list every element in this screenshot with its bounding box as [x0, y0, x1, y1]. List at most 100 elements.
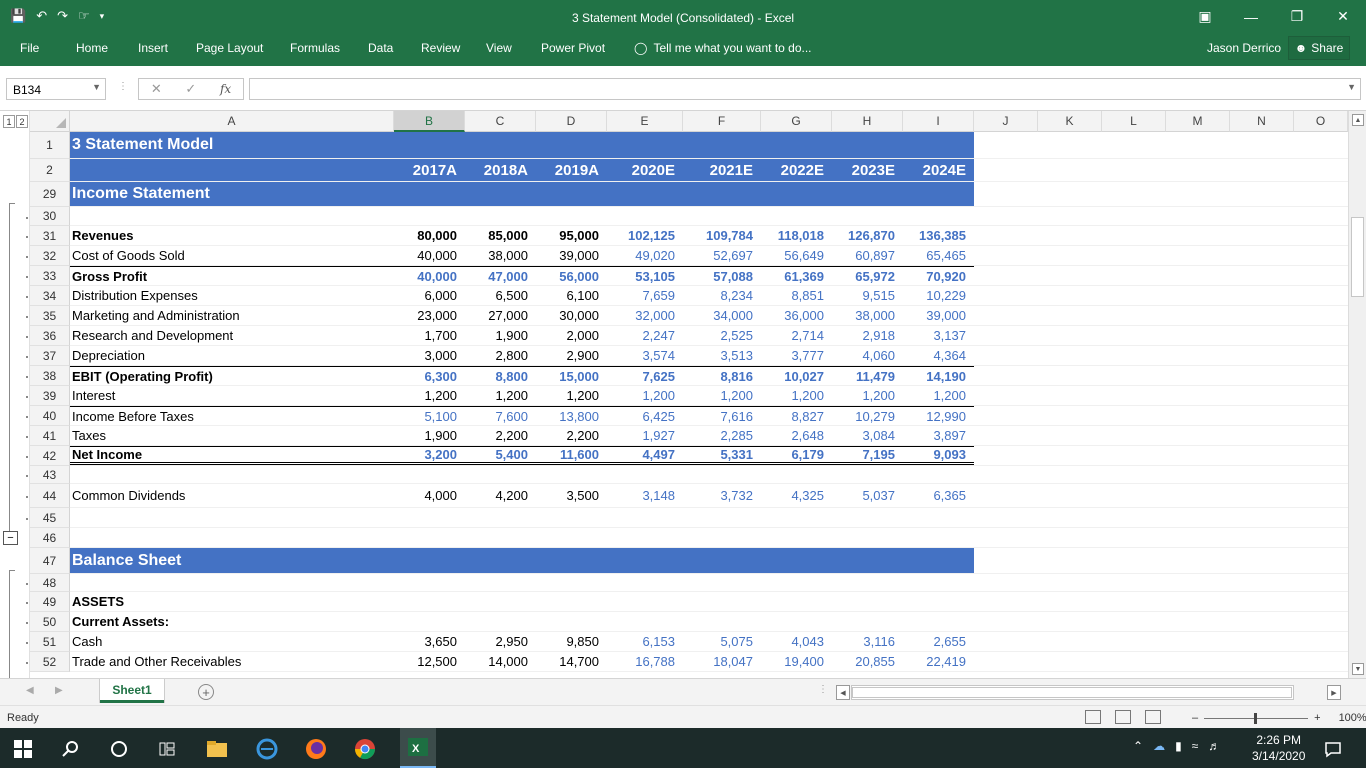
year-header[interactable]: 2024E [903, 159, 974, 181]
onedrive-icon[interactable]: ☁ [1153, 739, 1165, 753]
section-title[interactable]: Balance Sheet [70, 548, 394, 573]
data-cell[interactable]: 1,900 [394, 426, 465, 445]
data-cell[interactable]: 2,950 [465, 632, 536, 651]
expand-formula-bar-icon[interactable]: ▼ [1347, 82, 1356, 92]
data-cell[interactable]: 3,148 [607, 484, 683, 507]
data-cell[interactable]: 6,300 [394, 366, 465, 385]
year-header[interactable]: 2019A [536, 159, 607, 181]
row-label[interactable]: Depreciation [70, 346, 394, 365]
data-cell[interactable]: 39,000 [903, 306, 974, 325]
row-header-1[interactable]: 1 [30, 132, 70, 159]
data-cell[interactable]: 19,400 [761, 652, 832, 671]
row-label[interactable] [70, 528, 394, 547]
cancel-icon[interactable]: ✕ [151, 81, 162, 97]
row-label[interactable]: Net Income [70, 446, 394, 465]
data-cell[interactable]: 70,920 [903, 266, 974, 285]
zoom-slider[interactable] [1204, 712, 1309, 724]
data-cell[interactable]: 39,000 [536, 246, 607, 265]
column-header-d[interactable]: D [536, 111, 607, 132]
data-cell[interactable]: 9,515 [832, 286, 903, 305]
data-cell[interactable]: 1,927 [607, 426, 683, 445]
show-hidden-icons-icon[interactable]: ⌃ [1133, 739, 1143, 753]
data-cell[interactable]: 4,364 [903, 346, 974, 365]
data-cell[interactable]: 53,105 [607, 266, 683, 285]
data-cell[interactable]: 2,200 [536, 426, 607, 445]
tab-data[interactable]: Data [368, 41, 393, 55]
data-cell[interactable]: 3,777 [761, 346, 832, 365]
data-cell[interactable]: 65,465 [903, 246, 974, 265]
data-cell[interactable]: 2,655 [903, 632, 974, 651]
data-cell[interactable]: 15,000 [536, 366, 607, 385]
data-cell[interactable]: 56,000 [536, 266, 607, 285]
data-cell[interactable]: 3,513 [683, 346, 761, 365]
minimize-icon[interactable]: — [1228, 0, 1274, 33]
data-cell[interactable]: 30,000 [536, 306, 607, 325]
row-header-41[interactable]: 41 [30, 426, 70, 446]
row-header-34[interactable]: 34 [30, 286, 70, 306]
row-header-40[interactable]: 40 [30, 406, 70, 426]
data-cell[interactable]: 3,000 [394, 346, 465, 365]
data-cell[interactable]: 6,153 [607, 632, 683, 651]
scroll-right-icon[interactable]: ▶ [1327, 685, 1341, 700]
data-cell[interactable]: 5,331 [683, 446, 761, 465]
data-cell[interactable]: 6,100 [536, 286, 607, 305]
scroll-up-icon[interactable]: ▲ [1352, 114, 1364, 126]
data-cell[interactable]: 6,365 [903, 484, 974, 507]
data-cell[interactable]: 22,419 [903, 652, 974, 671]
section-title[interactable]: Income Statement [70, 182, 394, 206]
horizontal-scroll-thumb[interactable] [852, 687, 1292, 698]
share-button[interactable]: ☻ Share [1288, 36, 1350, 60]
data-cell[interactable]: 80,000 [394, 226, 465, 245]
row-label[interactable]: Cash [70, 632, 394, 651]
row-label[interactable]: Income Before Taxes [70, 406, 394, 425]
year-header[interactable]: 2021E [683, 159, 761, 181]
row-header-35[interactable]: 35 [30, 306, 70, 326]
data-cell[interactable]: 52,697 [683, 246, 761, 265]
data-cell[interactable]: 2,247 [607, 326, 683, 345]
battery-icon[interactable]: ▮ [1175, 739, 1182, 753]
data-cell[interactable]: 2,714 [761, 326, 832, 345]
add-sheet-icon[interactable]: + [198, 684, 214, 700]
data-cell[interactable]: 102,125 [607, 226, 683, 245]
data-cell[interactable]: 9,093 [903, 446, 974, 465]
row-label[interactable] [70, 159, 394, 181]
row-header-52[interactable]: 52 [30, 652, 70, 672]
data-cell[interactable]: 4,200 [465, 484, 536, 507]
data-cell[interactable]: 57,088 [683, 266, 761, 285]
column-header-j[interactable]: J [974, 111, 1038, 132]
data-cell[interactable]: 10,229 [903, 286, 974, 305]
data-cell[interactable]: 6,179 [761, 446, 832, 465]
row-label[interactable]: Revenues [70, 226, 394, 245]
data-cell[interactable]: 8,816 [683, 366, 761, 385]
data-cell[interactable]: 10,279 [832, 406, 903, 425]
data-cell[interactable]: 7,616 [683, 406, 761, 425]
row-header-47[interactable]: 47 [30, 548, 70, 574]
data-cell[interactable]: 38,000 [465, 246, 536, 265]
data-cell[interactable]: 4,060 [832, 346, 903, 365]
horizontal-scrollbar[interactable] [851, 685, 1294, 700]
data-cell[interactable]: 2,525 [683, 326, 761, 345]
file-explorer-icon[interactable] [206, 738, 228, 760]
data-cell[interactable]: 11,479 [832, 366, 903, 385]
data-cell[interactable]: 1,200 [607, 386, 683, 405]
data-cell[interactable]: 109,784 [683, 226, 761, 245]
ribbon-display-options-icon[interactable]: ▣ [1182, 0, 1228, 33]
user-name[interactable]: Jason Derrico [1207, 41, 1281, 55]
zoom-in-icon[interactable]: + [1314, 712, 1320, 724]
insert-function-icon[interactable]: fx [220, 82, 231, 96]
row-label[interactable]: Taxes [70, 426, 394, 445]
column-header-a[interactable]: A [70, 111, 394, 132]
data-cell[interactable]: 2,800 [465, 346, 536, 365]
data-cell[interactable]: 6,500 [465, 286, 536, 305]
data-cell[interactable]: 1,200 [832, 386, 903, 405]
row-header-48[interactable]: 48 [30, 574, 70, 592]
row-header-45[interactable]: 45 [30, 508, 70, 528]
data-cell[interactable]: 23,000 [394, 306, 465, 325]
data-cell[interactable]: 2,900 [536, 346, 607, 365]
tab-file[interactable]: File [20, 41, 39, 55]
row-header-38[interactable]: 38 [30, 366, 70, 386]
data-cell[interactable]: 56,649 [761, 246, 832, 265]
row-header-42[interactable]: 42 [30, 446, 70, 466]
data-cell[interactable]: 1,900 [465, 326, 536, 345]
data-cell[interactable]: 5,037 [832, 484, 903, 507]
